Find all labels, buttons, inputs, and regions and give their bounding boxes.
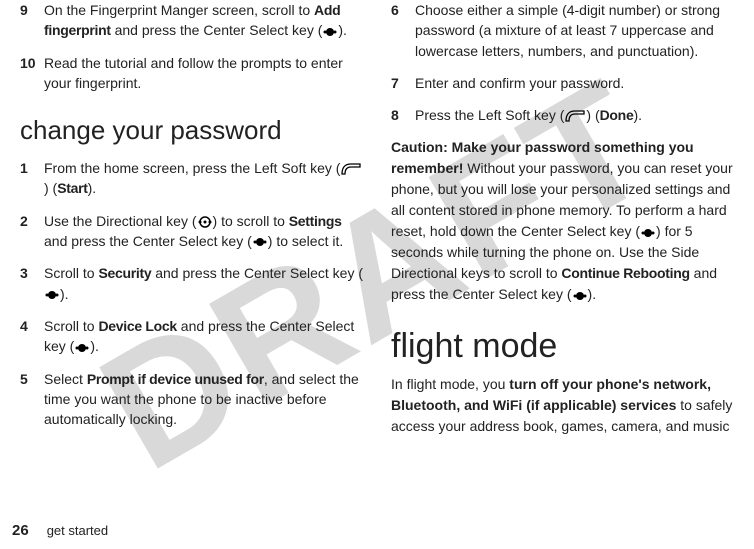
text-segment: ) ( [586, 107, 599, 123]
step-number: 6 [391, 0, 415, 20]
step-number: 5 [20, 369, 44, 389]
text-segment: Use the Directional key ( [44, 213, 197, 229]
bold-term: Done [600, 107, 634, 123]
text-segment: ). [633, 107, 642, 123]
bold-term: Device Lock [98, 318, 176, 334]
step-number: 8 [391, 105, 415, 125]
text-segment: ). [588, 286, 597, 302]
step-row: 8 Press the Left Soft key ( ) (Done). [391, 105, 734, 125]
text-segment: From the home screen, press the Left Sof… [44, 160, 340, 176]
step-text: Use the Directional key () to scroll to … [44, 211, 363, 252]
text-segment: On the Fingerprint Manger screen, scroll… [44, 2, 314, 18]
bold-term: Prompt if device unused for [87, 371, 264, 387]
text-segment: ) to scroll to [213, 213, 289, 229]
step-row: 10 Read the tutorial and follow the prom… [20, 53, 363, 94]
step-text: Scroll to Device Lock and press the Cent… [44, 316, 363, 357]
center-select-icon [45, 288, 59, 302]
bold-term: Start [57, 180, 87, 196]
bold-term: Continue Rebooting [561, 265, 689, 281]
right-column: 6 Choose either a simple (4-digit number… [391, 0, 734, 543]
text-segment: ). [88, 180, 97, 196]
bold-term: Settings [289, 213, 342, 229]
text-segment: ). [338, 22, 347, 38]
step-row: 7 Enter and confirm your password. [391, 73, 734, 93]
step-row: 6 Choose either a simple (4-digit number… [391, 0, 734, 61]
text-segment: and press the Center Select key ( [111, 22, 323, 38]
step-number: 9 [20, 0, 44, 20]
step-text: Scroll to Security and press the Center … [44, 263, 363, 304]
text-segment: Read the tutorial and follow the prompts… [44, 55, 343, 91]
step-text: Press the Left Soft key ( ) (Done). [415, 105, 734, 125]
section-heading: change your password [20, 115, 363, 146]
center-select-icon [573, 289, 587, 303]
step-row: 4 Scroll to Device Lock and press the Ce… [20, 316, 363, 357]
text-segment: ). [60, 286, 69, 302]
step-text: From the home screen, press the Left Sof… [44, 158, 363, 199]
center-select-icon [641, 226, 655, 240]
text-segment: Choose either a simple (4-digit number) … [415, 2, 720, 59]
section-heading: flight mode [391, 327, 734, 366]
page-content: 9 On the Fingerprint Manger screen, scro… [0, 0, 754, 549]
bold-term: Security [98, 265, 151, 281]
step-text: On the Fingerprint Manger screen, scroll… [44, 0, 363, 41]
left-soft-icon [341, 163, 361, 175]
text-segment: Scroll to [44, 265, 98, 281]
step-number: 1 [20, 158, 44, 178]
text-segment: Scroll to [44, 318, 98, 334]
left-column: 9 On the Fingerprint Manger screen, scro… [20, 0, 363, 543]
step-row: 1 From the home screen, press the Left S… [20, 158, 363, 199]
text-segment: ). [90, 338, 99, 354]
step-number: 3 [20, 263, 44, 283]
directional-icon [198, 215, 212, 229]
step-row: 5 Select Prompt if device unused for, an… [20, 369, 363, 430]
text-segment: Press the Left Soft key ( [415, 107, 564, 123]
step-row: 3 Scroll to Security and press the Cente… [20, 263, 363, 304]
text-segment: ) to select it. [268, 233, 343, 249]
step-row: 9 On the Fingerprint Manger screen, scro… [20, 0, 363, 41]
left-soft-icon [565, 110, 585, 122]
step-text: Select Prompt if device unused for, and … [44, 369, 363, 430]
step-number: 10 [20, 53, 44, 73]
center-select-icon [75, 341, 89, 355]
text-segment: Enter and confirm your password. [415, 75, 624, 91]
flight-mode-paragraph: In flight mode, you turn off your phone'… [391, 374, 734, 437]
center-select-icon [253, 235, 267, 249]
text-segment: ) ( [44, 180, 57, 196]
step-number: 2 [20, 211, 44, 231]
caution-paragraph: Caution: Make your password something yo… [391, 137, 734, 305]
step-text: Choose either a simple (4-digit number) … [415, 0, 734, 61]
text-segment: Select [44, 371, 87, 387]
step-number: 7 [391, 73, 415, 93]
step-row: 2 Use the Directional key ( ) to scroll t… [20, 211, 363, 252]
text-segment: and press the Center Select key ( [151, 265, 363, 281]
center-select-icon [323, 25, 337, 39]
step-text: Enter and confirm your password. [415, 73, 734, 93]
text-segment: and press the Center Select key ( [44, 233, 252, 249]
step-text: Read the tutorial and follow the prompts… [44, 53, 363, 94]
step-number: 4 [20, 316, 44, 336]
text-segment: In flight mode, you [391, 376, 509, 392]
